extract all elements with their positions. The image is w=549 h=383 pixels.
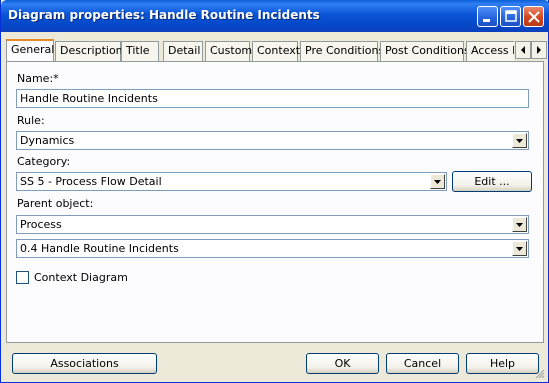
tab-label: Description — [60, 44, 123, 57]
parent-object-label: Parent object: — [17, 197, 94, 210]
tab-label: General — [11, 43, 55, 56]
name-field[interactable]: Handle Routine Incidents — [16, 89, 529, 108]
rule-label: Rule: — [17, 114, 45, 127]
arrow-right-icon — [537, 46, 541, 54]
tab-label: Pre Conditions — [305, 44, 385, 57]
parent-type-select[interactable]: Process — [16, 215, 529, 234]
rule-select[interactable]: Dynamics — [16, 131, 529, 150]
chevron-down-icon — [516, 223, 523, 227]
tab-strip: General Description Title Detail Custom … — [6, 39, 514, 61]
resize-grip-icon[interactable] — [533, 367, 545, 379]
tab-context[interactable]: Context — [252, 41, 301, 61]
close-icon — [528, 11, 540, 23]
category-label: Category: — [17, 155, 71, 168]
dialog-window: Diagram properties: Handle Routine Incid… — [0, 0, 549, 383]
chevron-down-icon — [516, 247, 523, 251]
tab-pre-conditions[interactable]: Pre Conditions — [300, 41, 384, 61]
edit-category-button[interactable]: Edit ... — [452, 171, 532, 192]
parent-object-select[interactable]: 0.4 Handle Routine Incidents — [16, 239, 529, 258]
window-title: Diagram properties: Handle Routine Incid… — [8, 8, 320, 22]
category-select-value: SS 5 - Process Flow Detail — [20, 175, 162, 188]
tab-detail[interactable]: Detail — [163, 41, 203, 61]
context-diagram-checkbox[interactable] — [16, 271, 29, 284]
name-label: Name:* — [17, 72, 59, 85]
cancel-button[interactable]: Cancel — [386, 353, 459, 374]
parent-object-value: 0.4 Handle Routine Incidents — [20, 242, 179, 255]
tab-post-conditions[interactable]: Post Conditions — [380, 41, 470, 61]
tab-label: Title — [126, 44, 150, 57]
help-button[interactable]: Help — [466, 353, 539, 374]
tab-custom[interactable]: Custom — [205, 41, 253, 61]
maximize-button[interactable] — [500, 6, 521, 27]
context-diagram-label: Context Diagram — [34, 271, 128, 284]
tab-title[interactable]: Title — [121, 41, 159, 61]
tab-scroll-left-button[interactable] — [515, 41, 531, 59]
category-dropdown-button[interactable] — [430, 174, 445, 189]
tab-label: Post Conditions — [385, 44, 470, 57]
minimize-button[interactable] — [477, 6, 498, 27]
tab-access-permissions[interactable]: Access P — [466, 41, 514, 61]
parent-type-dropdown-button[interactable] — [512, 217, 527, 232]
name-field-value: Handle Routine Incidents — [20, 92, 158, 105]
close-button[interactable] — [523, 6, 544, 27]
tab-label: Context — [257, 44, 301, 57]
tab-scroll-right-button[interactable] — [531, 41, 547, 59]
chevron-down-icon — [434, 180, 441, 184]
tab-label: Access P — [471, 44, 514, 57]
parent-object-dropdown-button[interactable] — [512, 241, 527, 256]
tab-label: Detail — [168, 44, 201, 57]
ok-button[interactable]: OK — [306, 353, 379, 374]
tab-description[interactable]: Description — [55, 41, 123, 61]
tab-general[interactable]: General — [6, 39, 54, 61]
tab-label: Custom — [210, 44, 253, 57]
maximize-icon — [505, 10, 517, 22]
parent-type-value: Process — [20, 218, 62, 231]
minimize-icon — [483, 19, 490, 22]
rule-dropdown-button[interactable] — [512, 133, 527, 148]
arrow-left-icon — [521, 46, 525, 54]
category-select[interactable]: SS 5 - Process Flow Detail — [16, 172, 447, 191]
title-bar[interactable]: Diagram properties: Handle Routine Incid… — [1, 0, 549, 32]
rule-select-value: Dynamics — [20, 134, 75, 147]
associations-button[interactable]: Associations — [12, 353, 157, 374]
chevron-down-icon — [516, 139, 523, 143]
